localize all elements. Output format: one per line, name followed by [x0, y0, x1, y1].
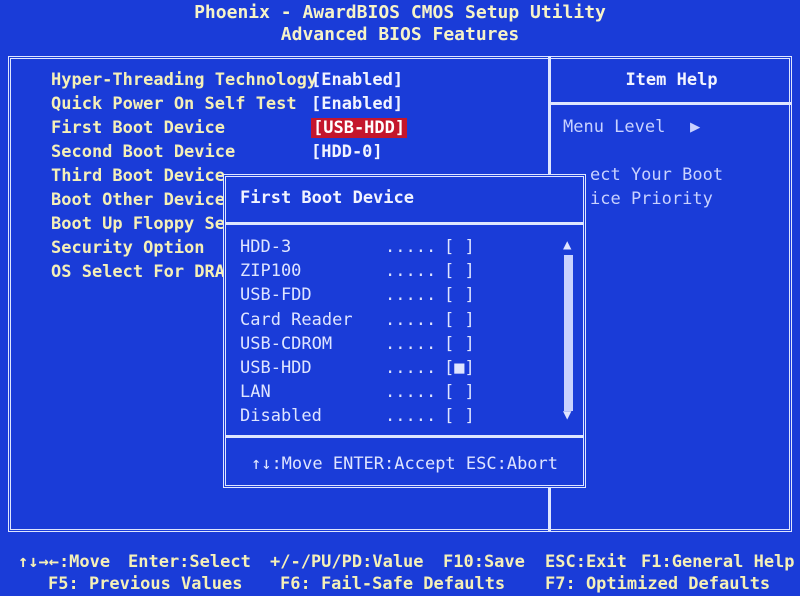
- menu-level-arrow-icon: ▶: [690, 117, 701, 137]
- popup-option-dots: .....: [385, 382, 437, 402]
- page-title: Advanced BIOS Features: [280, 24, 520, 45]
- popup-option-usb-hdd[interactable]: USB-HDD: [240, 358, 312, 378]
- popup-option-hdd3[interactable]: HDD-3: [240, 237, 291, 257]
- popup-option-checkbox[interactable]: [ ]: [444, 334, 475, 354]
- item-help-title: Item Help: [625, 70, 718, 90]
- popup-option-dots: .....: [385, 285, 437, 305]
- help-title-separator: [551, 102, 792, 105]
- setting-os-select-label[interactable]: OS Select For DRA: [51, 262, 225, 282]
- popup-option-checkbox[interactable]: [ ]: [444, 261, 475, 281]
- utility-title: Phoenix - AwardBIOS CMOS Setup Utility: [194, 2, 606, 23]
- setting-hyper-threading-value[interactable]: [Enabled]: [311, 70, 403, 90]
- footer-select-hint: Enter:Select: [128, 552, 251, 572]
- footer-move-hint: ↑↓→←:Move: [18, 552, 111, 572]
- popup-option-dots: .....: [385, 406, 437, 426]
- popup-option-zip100[interactable]: ZIP100: [240, 261, 301, 281]
- setting-boot-up-floppy-label[interactable]: Boot Up Floppy Se: [51, 214, 225, 234]
- popup-option-checkbox-selected[interactable]: [■]: [444, 358, 475, 378]
- popup-option-checkbox[interactable]: [ ]: [444, 237, 475, 257]
- popup-option-usb-fdd[interactable]: USB-FDD: [240, 285, 312, 305]
- popup-option-dots: .....: [385, 358, 437, 378]
- popup-option-checkbox[interactable]: [ ]: [444, 382, 475, 402]
- popup-option-dots: .....: [385, 334, 437, 354]
- scroll-up-icon[interactable]: ▲: [563, 237, 571, 253]
- footer-previous-values-hint: F5: Previous Values: [48, 574, 243, 594]
- setting-boot-other-device-label[interactable]: Boot Other Device: [51, 190, 225, 210]
- footer-optimized-hint: F7: Optimized Defaults: [545, 574, 771, 594]
- popup-option-dots: .....: [385, 237, 437, 257]
- popup-option-usb-cdrom[interactable]: USB-CDROM: [240, 334, 332, 354]
- footer-value-hint: +/-/PU/PD:Value: [270, 552, 424, 572]
- popup-key-hint: ↑↓:Move ENTER:Accept ESC:Abort: [250, 454, 559, 474]
- help-text-line-1: ect Your Boot: [590, 165, 724, 185]
- help-text-line-2: ice Priority: [590, 189, 713, 209]
- scroll-down-icon[interactable]: ▼: [563, 407, 571, 423]
- setting-quick-post-value[interactable]: [Enabled]: [311, 94, 403, 114]
- footer-exit-hint: ESC:Exit: [545, 552, 627, 572]
- setting-third-boot-device-label[interactable]: Third Boot Device: [51, 166, 225, 186]
- setting-quick-post-label[interactable]: Quick Power On Self Test: [51, 94, 297, 114]
- popup-option-dots: .....: [385, 261, 437, 281]
- setting-second-boot-device-value[interactable]: [HDD-0]: [311, 142, 383, 162]
- popup-option-dots: .....: [385, 310, 437, 330]
- footer-fail-safe-hint: F6: Fail-Safe Defaults: [280, 574, 506, 594]
- setting-second-boot-device-label[interactable]: Second Boot Device: [51, 142, 235, 162]
- popup-option-checkbox[interactable]: [ ]: [444, 406, 475, 426]
- setting-first-boot-device-value[interactable]: [USB-HDD]: [311, 118, 408, 138]
- footer-save-hint: F10:Save: [443, 552, 525, 572]
- popup-option-disabled[interactable]: Disabled: [240, 406, 322, 426]
- popup-option-checkbox[interactable]: [ ]: [444, 285, 475, 305]
- popup-scrollbar[interactable]: [564, 255, 573, 411]
- popup-option-lan[interactable]: LAN: [240, 382, 271, 402]
- menu-level-label: Menu Level: [563, 117, 666, 137]
- popup-option-checkbox[interactable]: [ ]: [444, 310, 475, 330]
- setting-first-boot-device-label[interactable]: First Boot Device: [51, 118, 225, 138]
- footer-help-hint: F1:General Help: [641, 552, 795, 572]
- setting-hyper-threading-label[interactable]: Hyper-Threading Technology: [51, 70, 317, 90]
- popup-title: First Boot Device: [240, 188, 414, 208]
- popup-option-card-reader[interactable]: Card Reader: [240, 310, 353, 330]
- popup-title-separator: [226, 222, 583, 225]
- setting-security-option-label[interactable]: Security Option: [51, 238, 205, 258]
- popup-hint-separator: [226, 435, 583, 438]
